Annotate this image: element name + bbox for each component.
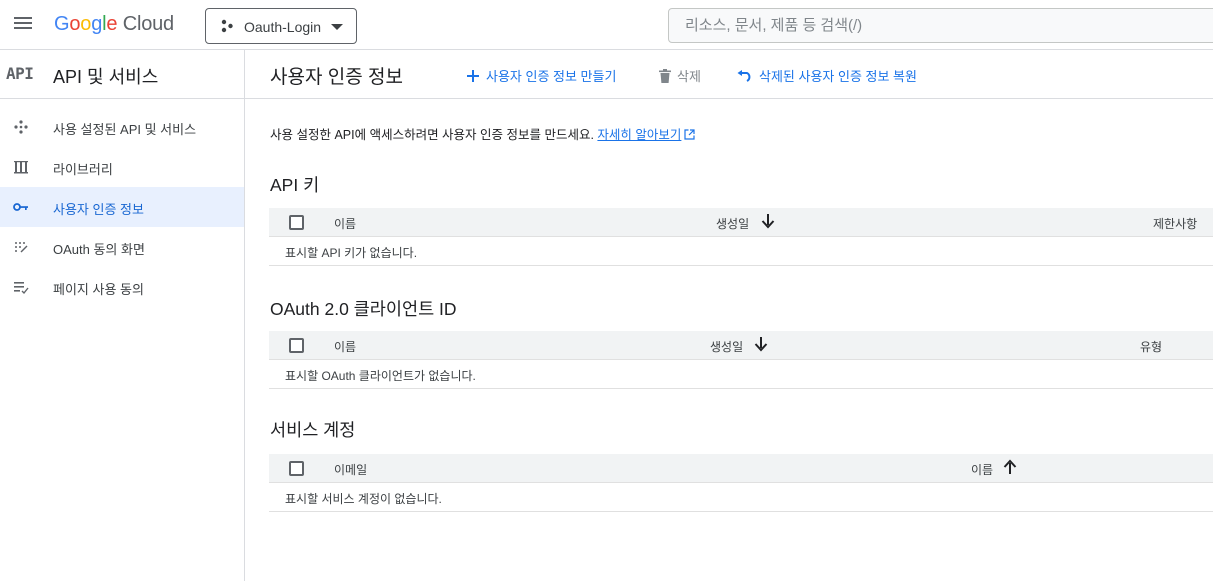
column-email[interactable]: 이메일	[334, 461, 367, 478]
column-created[interactable]: 생성일	[716, 215, 749, 232]
logo-letter: G	[54, 13, 70, 35]
oauth-clients-title: OAuth 2.0 클라이언트 ID	[270, 299, 457, 319]
service-accounts-table: 이메일 이름 표시할 서비스 계정이 없습니다.	[269, 454, 1213, 512]
select-all-checkbox[interactable]	[289, 461, 304, 476]
column-restrictions[interactable]: 제한사항	[1153, 215, 1197, 232]
table-row: 표시할 API 키가 없습니다.	[269, 237, 1213, 266]
page-header: 사용자 인증 정보 사용자 인증 정보 만들기 삭제 삭제된 사용자 인증 정보…	[245, 50, 1213, 99]
intro-text: 사용 설정한 API에 액세스하려면 사용자 인증 정보를 만드세요. 자세히 …	[270, 124, 696, 143]
column-name[interactable]: 이름	[334, 338, 356, 355]
column-created[interactable]: 생성일	[710, 338, 743, 355]
undo-icon	[737, 69, 751, 82]
intro-description: 사용 설정한 API에 액세스하려면 사용자 인증 정보를 만드세요.	[270, 128, 594, 142]
service-accounts-title: 서비스 계정	[270, 420, 356, 440]
page-title: 사용자 인증 정보	[270, 67, 403, 88]
table-row: 표시할 서비스 계정이 없습니다.	[269, 483, 1213, 512]
restore-label: 삭제된 사용자 인증 정보 복원	[759, 69, 917, 84]
api-keys-title: API 키	[270, 175, 320, 195]
consent-icon	[15, 242, 28, 253]
table-header: 이름 생성일 유형	[269, 331, 1213, 360]
select-all-checkbox[interactable]	[289, 338, 304, 353]
api-keys-table: 이름 생성일 제한사항 표시할 API 키가 없습니다.	[269, 208, 1213, 266]
sidebar-item-label: 사용 설정된 API 및 서비스	[53, 122, 197, 137]
move-icon	[14, 120, 28, 134]
create-credentials-label: 사용자 인증 정보 만들기	[486, 69, 617, 84]
chevron-down-icon	[331, 24, 343, 30]
menu-icon-line	[14, 17, 32, 19]
sidebar-item-credentials[interactable]: 사용자 인증 정보	[0, 187, 244, 227]
arrow-down-icon[interactable]	[761, 213, 775, 229]
menu-icon-line	[14, 22, 32, 24]
sidebar-item-oauth-consent[interactable]: OAuth 동의 화면	[0, 227, 244, 267]
main-menu-button[interactable]	[12, 14, 34, 36]
sidebar-item-label: 사용자 인증 정보	[53, 202, 144, 217]
table-header: 이메일 이름	[269, 454, 1213, 483]
google-cloud-logo[interactable]: Google Cloud	[54, 13, 174, 36]
table-header: 이름 생성일 제한사항	[269, 208, 1213, 237]
api-icon: API	[6, 64, 34, 83]
search-box[interactable]	[668, 8, 1213, 43]
empty-message: 표시할 OAuth 클라이언트가 없습니다.	[285, 369, 476, 383]
sidebar-item-label: OAuth 동의 화면	[53, 242, 145, 257]
empty-message: 표시할 서비스 계정이 없습니다.	[285, 492, 442, 506]
logo-letter: o	[80, 13, 92, 35]
arrow-down-icon[interactable]	[754, 336, 768, 352]
external-link-icon	[684, 129, 696, 140]
create-credentials-button[interactable]: 사용자 인증 정보 만들기	[466, 66, 616, 85]
logo-letter: g	[91, 13, 103, 35]
arrow-up-icon[interactable]	[1003, 459, 1017, 475]
project-dots-icon	[221, 19, 233, 33]
column-name[interactable]: 이름	[334, 215, 356, 232]
sidebar-item-page-usage[interactable]: 페이지 사용 동의	[0, 267, 244, 307]
sidebar: API API 및 서비스 사용 설정된 API 및 서비스 라이브러리 사용자…	[0, 50, 245, 581]
empty-message: 표시할 API 키가 없습니다.	[285, 246, 418, 260]
sidebar-item-label: 라이브러리	[53, 162, 113, 177]
delete-label: 삭제	[677, 69, 701, 84]
select-all-checkbox[interactable]	[289, 215, 304, 230]
library-icon	[14, 161, 28, 174]
menu-icon-line	[14, 27, 32, 29]
plus-icon	[467, 69, 479, 82]
key-icon	[13, 203, 28, 211]
logo-cloud-word: Cloud	[122, 13, 174, 35]
table-row: 표시할 OAuth 클라이언트가 없습니다.	[269, 360, 1213, 389]
sidebar-header: API API 및 서비스	[0, 50, 244, 99]
column-name[interactable]: 이름	[971, 461, 993, 478]
sidebar-item-library[interactable]: 라이브러리	[0, 147, 244, 187]
restore-deleted-credentials-button[interactable]: 삭제된 사용자 인증 정보 복원	[737, 66, 917, 85]
oauth-clients-table: 이름 생성일 유형 표시할 OAuth 클라이언트가 없습니다.	[269, 331, 1213, 389]
project-picker[interactable]: Oauth-Login	[205, 8, 357, 44]
sidebar-item-enabled-apis[interactable]: 사용 설정된 API 및 서비스	[0, 107, 244, 147]
sidebar-title: API 및 서비스	[53, 67, 159, 87]
top-bar: Google Cloud Oauth-Login	[0, 0, 1213, 50]
column-type[interactable]: 유형	[1140, 338, 1162, 355]
trash-icon	[659, 68, 671, 83]
sidebar-item-label: 페이지 사용 동의	[53, 282, 144, 297]
learn-more-link[interactable]: 자세히 알아보기	[597, 128, 681, 142]
delete-button[interactable]: 삭제	[659, 66, 701, 85]
search-input[interactable]	[669, 9, 1213, 42]
page-usage-icon	[14, 282, 29, 295]
logo-letter: e	[106, 13, 118, 35]
project-name: Oauth-Login	[244, 19, 322, 35]
logo-letter: o	[69, 13, 81, 35]
